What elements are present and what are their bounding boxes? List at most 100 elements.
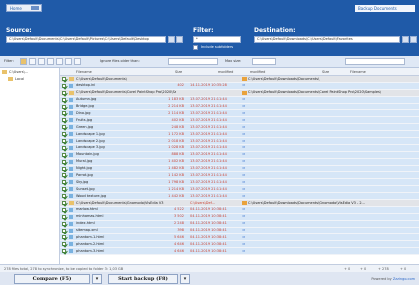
delete-files-icon[interactable] (74, 58, 81, 65)
row-checkbox[interactable] (62, 77, 66, 81)
file-row[interactable]: Fruits.jpg 402 KB 13.07.2019 21:11:44 ⇒ (60, 117, 419, 125)
row-checkbox[interactable] (62, 125, 66, 130)
file-row[interactable]: phantom-3.html 4 646 04.11.2019 10:38:41 ⇒ (60, 248, 419, 256)
copy-arrow-icon[interactable]: ⇒ (242, 214, 248, 219)
equal-files-icon[interactable] (65, 58, 72, 65)
file-row[interactable]: Mountain.jpg 888 KB 13.07.2019 21:11:44 ⇒ (60, 151, 419, 159)
copy-arrow-icon[interactable]: ⇒ (242, 139, 248, 144)
copy-arrow-icon[interactable]: ⇒ (242, 187, 248, 192)
row-checkbox[interactable] (62, 132, 66, 137)
row-checkbox[interactable] (62, 228, 66, 233)
file-row[interactable]: Landscape 2.jpg 2 018 KB 13.07.2019 21:11:… (60, 138, 419, 145)
copy-arrow-icon[interactable]: ⇒ (242, 242, 248, 247)
row-checkbox[interactable] (62, 152, 66, 157)
copy-arrow-icon[interactable]: ⇒ (242, 249, 248, 254)
folder-filter-icon[interactable] (20, 58, 27, 65)
compare-options-button[interactable]: ▾ (92, 274, 102, 284)
file-row[interactable]: phantom-2.html 4 646 04.11.2019 10:38:41 ⇒ (60, 241, 419, 249)
row-checkbox[interactable] (62, 201, 66, 206)
row-checkbox[interactable] (62, 111, 66, 116)
row-checkbox[interactable] (62, 214, 66, 219)
file-row[interactable]: minhamas.html 3 502 04.11.2019 10:38:41 ⇒ (60, 213, 419, 221)
file-row[interactable]: Autumn.jpg 1 183 KB 13.07.2019 21:11:44 ⇒ (60, 96, 419, 104)
brand-link[interactable]: Zzzingo.com (393, 277, 415, 281)
changed-files-icon[interactable] (56, 58, 63, 65)
copy-arrow-icon[interactable]: ⇒ (242, 173, 248, 178)
file-row[interactable]: marlow.html 4 522 04.11.2019 10:38:41 ⇒ (60, 206, 419, 214)
sort-icon[interactable] (29, 58, 36, 65)
file-row[interactable]: Night.jpg 1 482 KB 13.07.2019 21:11:44 ⇒ (60, 165, 419, 173)
source-path-field[interactable]: C:\Users\Default\Documents\C:\Users\Defa… (6, 36, 166, 43)
row-checkbox[interactable] (62, 249, 66, 254)
row-checkbox[interactable] (62, 118, 66, 123)
copy-arrow-icon[interactable]: ⇒ (242, 145, 248, 150)
copy-arrow-icon[interactable]: ⇒ (242, 132, 248, 137)
row-checkbox[interactable] (62, 187, 66, 192)
row-checkbox[interactable] (62, 194, 66, 199)
file-row[interactable]: Bridge.jpg 2 214 KB 13.07.2019 21:11:44 ⇒ (60, 103, 419, 111)
copy-arrow-icon[interactable]: ⇒ (242, 111, 248, 116)
file-row[interactable]: Parrot.jpg 1 142 KB 13.07.2019 21:11:44 ⇒ (60, 172, 419, 180)
file-row[interactable]: Landscape 3.jpg 1 028 KB 13.07.2019 21:11:… (60, 144, 419, 152)
copy-arrow-icon[interactable]: ⇒ (242, 235, 248, 240)
copy-arrow-icon[interactable]: ⇒ (242, 159, 248, 164)
row-checkbox[interactable] (62, 145, 66, 150)
file-row[interactable]: Mural.jpg 1 402 KB 13.07.2019 21:11:44 ⇒ (60, 158, 419, 166)
file-row[interactable]: Dino.jpg 2 114 KB 13.07.2019 21:11:44 ⇒ (60, 110, 419, 118)
destination-browse-button[interactable] (402, 36, 409, 43)
row-checkbox[interactable] (62, 166, 66, 171)
file-row[interactable]: phantom-1.html 5 646 04.11.2019 10:38:41 ⇒ (60, 234, 419, 242)
file-row[interactable]: desktop.ini 402 14.11.2019 10:35:28 ⇒ (60, 82, 419, 90)
column-right-filename[interactable]: Filename (350, 70, 366, 74)
row-checkbox[interactable] (62, 173, 66, 178)
menu-dropdown-icon[interactable] (31, 6, 39, 10)
max-size-input[interactable] (252, 58, 276, 65)
row-checkbox[interactable] (62, 180, 66, 185)
home-menu-button[interactable]: Home (6, 4, 42, 12)
tree-item-local[interactable]: Local (8, 77, 24, 81)
backup-options-button[interactable]: ▾ (180, 274, 190, 284)
copy-arrow-icon[interactable]: ⇒ (242, 207, 248, 212)
row-checkbox[interactable] (62, 104, 66, 109)
copy-arrow-icon[interactable]: ⇒ (242, 104, 248, 109)
folder-tree[interactable]: C:\Users\... Local (0, 68, 60, 264)
row-checkbox[interactable] (62, 207, 66, 212)
file-row[interactable]: sitemap.xml 398 04.11.2019 10:38:41 ⇒ (60, 227, 419, 235)
copy-arrow-icon[interactable]: ⇒ (242, 221, 248, 226)
filter-input[interactable]: * (193, 36, 241, 43)
file-row[interactable]: index.html 2 248 04.11.2019 10:38:41 ⇒ (60, 220, 419, 228)
search-input[interactable] (345, 58, 405, 65)
row-checkbox[interactable] (62, 242, 66, 247)
destination-history-button[interactable] (410, 36, 417, 43)
destination-path-field[interactable]: C:\Users\Default\Downloads\C:\Users\Defa… (254, 36, 400, 43)
copy-arrow-icon[interactable]: ⇒ (242, 152, 248, 157)
row-checkbox[interactable] (62, 159, 66, 164)
row-checkbox[interactable] (62, 221, 66, 226)
copy-arrow-icon[interactable]: ⇒ (242, 194, 248, 199)
file-row[interactable]: Sky.jpg 1 798 KB 13.07.2019 21:11:44 ⇒ (60, 179, 419, 187)
folder-row[interactable]: C:\Users\Default\Documents\ C:\Users\Defa… (60, 76, 419, 83)
file-row[interactable]: Green.jpg 248 KB 13.07.2019 21:11:44 ⇒ (60, 124, 419, 132)
file-row[interactable]: Wood texture.jpg 1 442 KB 13.07.2019 21:11… (60, 193, 419, 201)
filter-icon[interactable] (38, 58, 45, 65)
source-browse-button[interactable] (168, 36, 175, 43)
source-history-button[interactable] (176, 36, 183, 43)
include-subfolders-checkbox[interactable] (193, 45, 198, 50)
start-backup-button[interactable]: Start backup (F8) (108, 274, 178, 284)
compare-button[interactable]: Compare (F5) (14, 274, 90, 284)
row-checkbox[interactable] (62, 235, 66, 240)
copy-arrow-icon[interactable]: ⇒ (242, 118, 248, 123)
copy-arrow-icon[interactable]: ⇒ (242, 83, 248, 88)
column-right-modified[interactable]: modified (250, 70, 265, 74)
row-checkbox[interactable] (62, 97, 66, 102)
copy-arrow-icon[interactable]: ⇒ (242, 97, 248, 102)
ignore-older-input[interactable] (168, 58, 218, 65)
column-right-size[interactable]: Size (322, 70, 329, 74)
copy-arrow-icon[interactable]: ⇒ (242, 166, 248, 171)
folder-row[interactable]: C:\Users\Default\Documents\Corel PaintSh… (60, 89, 419, 97)
column-modified[interactable]: modified (218, 70, 233, 74)
window-title[interactable]: Backup Documents (355, 5, 415, 12)
new-files-icon[interactable] (47, 58, 54, 65)
row-checkbox[interactable] (62, 83, 66, 88)
column-size[interactable]: Size (175, 70, 182, 74)
